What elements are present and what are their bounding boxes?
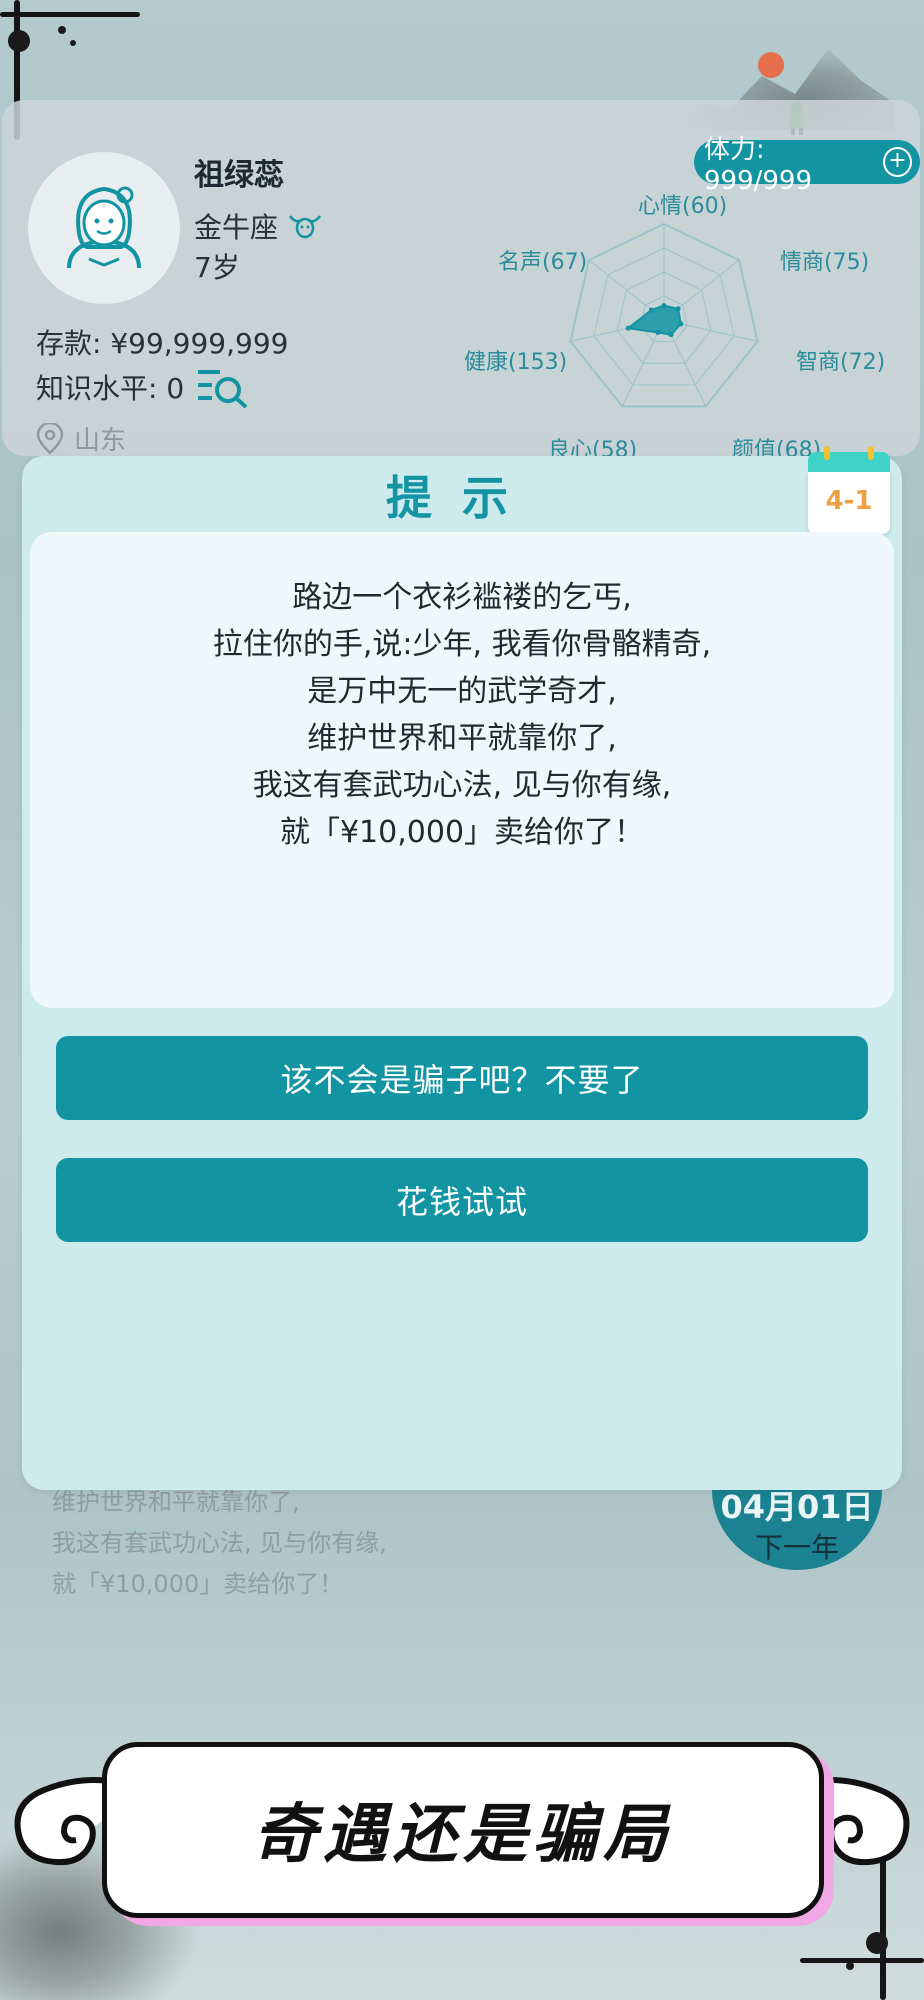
ink-dot — [846, 1962, 854, 1970]
event-log-line: 就「¥10,000」卖给你了！ — [52, 1570, 344, 1598]
character-name: 祖绿蕊 — [194, 158, 284, 193]
radar-data-area — [625, 304, 682, 336]
radar-label-eq: 情商(75) — [780, 250, 870, 275]
ink-brush-stroke — [800, 1958, 924, 1963]
radar-point-eq — [675, 306, 681, 312]
age: 7岁 — [194, 251, 240, 284]
radar-label-fame: 名声(67) — [498, 250, 588, 275]
ink-dot — [58, 26, 66, 34]
message-line: 我这有套武功心法, 见与你有缘, — [252, 768, 672, 803]
location-pin-icon — [36, 422, 64, 455]
zodiac-label: 金牛座 — [194, 211, 279, 244]
search-list-icon[interactable] — [196, 366, 250, 408]
message-line: 路边一个衣衫褴褛的乞丐, — [292, 580, 632, 615]
taurus-icon — [289, 215, 322, 239]
radar-label-mood: 心情(60) — [638, 194, 728, 219]
message-line: 维护世界和平就靠你了, — [307, 721, 617, 756]
ink-dot — [8, 30, 30, 52]
plus-icon[interactable]: + — [882, 147, 912, 177]
girl-avatar-icon — [67, 186, 141, 269]
knowledge-level: 知识水平: 0 — [36, 366, 250, 408]
ink-dot — [866, 1932, 888, 1954]
radar-point-mood — [661, 303, 667, 309]
attribute-radar-chart: 心情(60) 情商(75) 智商(72) 颜值(68) 良心(58) 健康(15… — [454, 180, 894, 463]
event-log-line: 我这有套武功心法, 见与你有缘, — [52, 1529, 387, 1557]
radar-point-iq — [678, 321, 684, 327]
dialog-title: 提示 — [386, 471, 538, 525]
refuse-option-button[interactable]: 该不会是骗子吧？不要了 — [56, 1036, 868, 1120]
next-year-label: 下一年 — [754, 1531, 839, 1564]
calendar-ring — [824, 446, 830, 460]
avatar[interactable] — [28, 152, 180, 304]
promo-banner: 奇遇还是骗局 — [102, 1742, 824, 1918]
message-line: 就「¥10,000」卖给你了！ — [279, 815, 645, 850]
ink-brush-stroke — [0, 12, 140, 17]
radar-point-looks — [668, 332, 674, 338]
radar-point-fame — [648, 307, 654, 313]
radar-svg — [569, 222, 759, 408]
calendar-icon: 4-1 — [808, 446, 890, 534]
radar-point-conscience — [655, 330, 661, 336]
accept-option-button[interactable]: 花钱试试 — [56, 1158, 868, 1242]
knowledge-label: 知识水平: 0 — [36, 372, 185, 405]
ink-dot — [70, 40, 76, 46]
stamina-button[interactable]: 体力: 999/999 + — [694, 135, 920, 196]
calendar-date: 4-1 — [825, 486, 873, 516]
profile-card: 祖绿蕊 金牛座 7岁 存款: ¥99,999,999 知识水平: 0 山东 体力… — [2, 100, 920, 463]
radar-point-health — [625, 325, 631, 331]
sun-decoration — [758, 52, 784, 78]
location-label: 山东 — [74, 426, 127, 456]
radar-label-health: 健康(153) — [464, 350, 568, 375]
message-line: 拉住你的手,说:少年, 我看你骨骼精奇, — [212, 627, 712, 662]
message-line: 是万中无一的武学奇才, — [307, 674, 617, 709]
location: 山东 — [36, 420, 126, 457]
message-box: 路边一个衣衫褴褛的乞丐, 拉住你的手,说:少年, 我看你骨骼精奇, 是万中无一的… — [30, 532, 894, 1008]
radar-label-iq: 智商(72) — [796, 350, 886, 375]
calendar-ring — [868, 446, 874, 460]
savings: 存款: ¥99,999,999 — [36, 327, 289, 360]
zodiac: 金牛座 — [194, 206, 322, 246]
event-log: 维护世界和平就靠你了, 我这有套武功心法, 见与你有缘, 就「¥10,000」卖… — [52, 1482, 387, 1605]
banner-title: 奇遇还是骗局 — [253, 1798, 673, 1872]
